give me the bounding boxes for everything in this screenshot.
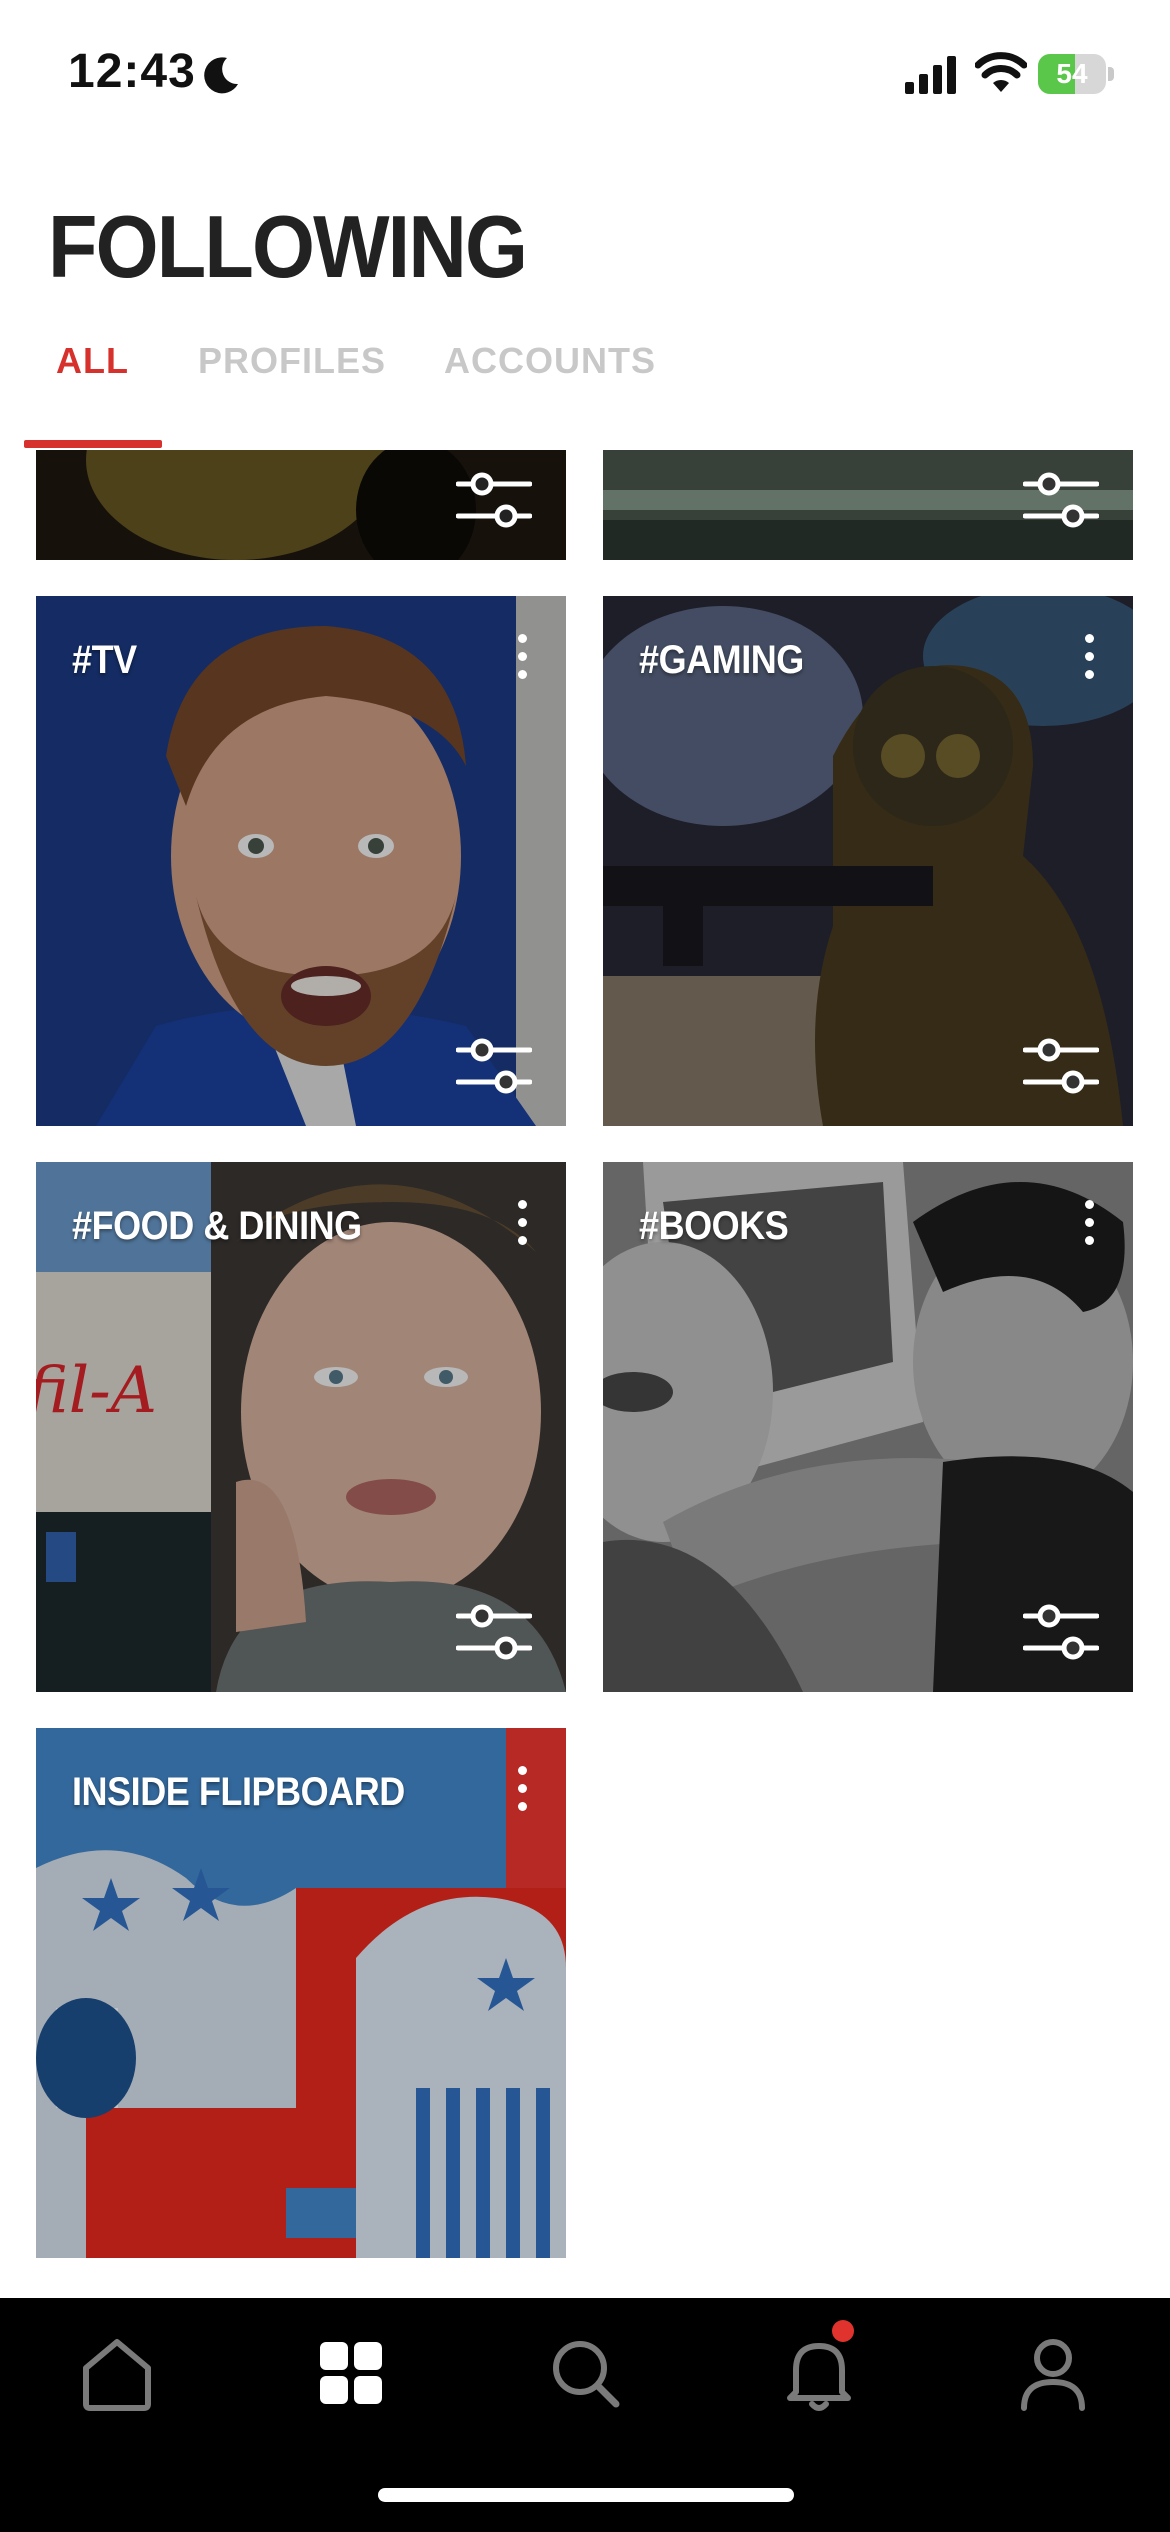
topic-tile-partial-left[interactable] [36, 450, 566, 560]
tile-title: INSIDE FLIPBOARD [72, 1770, 405, 1814]
tile-title: #FOOD & DINING [72, 1204, 362, 1248]
notification-badge [832, 2320, 854, 2342]
active-tab-indicator [24, 440, 162, 448]
page-title: FOLLOWING [48, 197, 528, 296]
grid-icon[interactable] [306, 2328, 396, 2418]
topic-tile-food-dining[interactable]: fil-A #FOOD & DINING [36, 1162, 566, 1692]
more-options-icon[interactable] [512, 634, 532, 690]
filter-tabs: ALL PROFILES ACCOUNTS [0, 330, 1170, 450]
home-indicator [378, 2488, 794, 2502]
status-bar: 12:43 54 [0, 0, 1170, 150]
topic-tile-gaming[interactable]: #GAMING [603, 596, 1133, 1126]
customize-sliders-icon[interactable] [456, 470, 532, 530]
tab-all[interactable]: ALL [56, 340, 129, 382]
notifications-bell-icon[interactable] [774, 2328, 864, 2418]
battery-level: 54 [1056, 58, 1088, 89]
tile-title: #GAMING [639, 638, 804, 682]
more-options-icon[interactable] [512, 1766, 532, 1822]
tab-profiles[interactable]: PROFILES [198, 340, 386, 382]
customize-sliders-icon[interactable] [1023, 470, 1099, 530]
topic-tile-books[interactable]: #BOOKS [603, 1162, 1133, 1692]
more-options-icon[interactable] [1079, 634, 1099, 690]
tile-title: #TV [72, 638, 137, 682]
more-options-icon[interactable] [512, 1200, 532, 1256]
status-time: 12:43 [68, 45, 196, 98]
moon-icon [204, 57, 238, 94]
more-options-icon[interactable] [1079, 1200, 1099, 1256]
customize-sliders-icon[interactable] [456, 1602, 532, 1662]
topic-tile-inside-flipboard[interactable]: INSIDE FLIPBOARD [36, 1728, 566, 2258]
wifi-icon [975, 52, 1027, 92]
following-screen: 12:43 54 FOLLOWING ALL PROFILES ACCOUNTS [0, 0, 1170, 2532]
cellular-signal-icon [905, 56, 956, 94]
tile-title: #BOOKS [639, 1204, 789, 1248]
profile-icon[interactable] [1008, 2328, 1098, 2418]
battery-indicator: 54 [1038, 54, 1114, 94]
customize-sliders-icon[interactable] [456, 1036, 532, 1096]
customize-sliders-icon[interactable] [1023, 1602, 1099, 1662]
topic-tile-tv[interactable]: #TV [36, 596, 566, 1126]
topic-tile-partial-right[interactable] [603, 450, 1133, 560]
tab-accounts[interactable]: ACCOUNTS [444, 340, 656, 382]
customize-sliders-icon[interactable] [1023, 1036, 1099, 1096]
home-icon[interactable] [72, 2328, 162, 2418]
search-icon[interactable] [540, 2328, 630, 2418]
following-grid: #TV #GAMING fil-A #FOOD & DINING #BOOKS … [0, 450, 1170, 2298]
